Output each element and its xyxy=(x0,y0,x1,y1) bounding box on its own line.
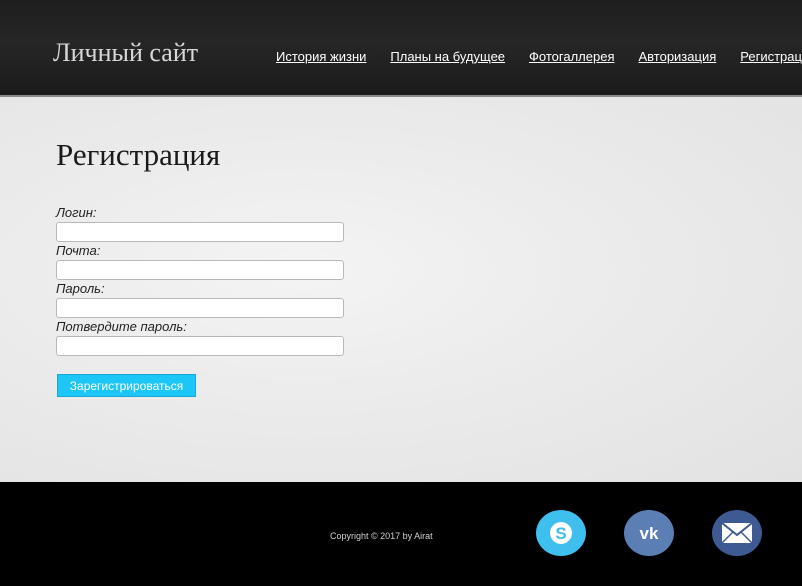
svg-text:S: S xyxy=(555,524,566,543)
main-nav: История жизни Планы на будущее Фотогалле… xyxy=(276,49,802,65)
header: Личный сайт История жизни Планы на будущ… xyxy=(0,0,802,97)
nav-link-life-history[interactable]: История жизни xyxy=(276,49,366,65)
vk-link[interactable]: vk xyxy=(624,510,674,556)
main-content: Регистрация Логин: Почта: Пароль: Потвер… xyxy=(0,97,802,482)
nav-link-future-plans[interactable]: Планы на будущее xyxy=(390,49,505,65)
login-label: Логин: xyxy=(56,205,97,220)
vk-icon: vk xyxy=(634,523,664,543)
footer: Copyright © 2017 by Airat S vk xyxy=(0,482,802,586)
email-input[interactable] xyxy=(56,260,344,280)
password-input[interactable] xyxy=(56,298,344,318)
page: Личный сайт История жизни Планы на будущ… xyxy=(0,0,802,586)
email-label: Почта: xyxy=(56,243,101,258)
skype-link[interactable]: S xyxy=(536,510,586,556)
svg-text:vk: vk xyxy=(640,524,659,543)
login-input[interactable] xyxy=(56,222,344,242)
skype-icon: S xyxy=(548,520,574,546)
copyright-text: Copyright © 2017 by Airat xyxy=(330,531,433,541)
nav-link-login[interactable]: Авторизация xyxy=(638,49,716,65)
mail-icon xyxy=(721,522,753,544)
site-title[interactable]: Личный сайт xyxy=(53,38,198,68)
mail-link[interactable] xyxy=(712,510,762,556)
nav-link-photo-gallery[interactable]: Фотогаллерея xyxy=(529,49,614,65)
password-label: Пароль: xyxy=(56,281,105,296)
register-button[interactable]: Зарегистрироваться xyxy=(57,374,196,397)
nav-link-registration[interactable]: Регистрация xyxy=(740,49,802,65)
confirm-password-input[interactable] xyxy=(56,336,344,356)
confirm-password-label: Потвердите пароль: xyxy=(56,319,187,334)
page-title: Регистрация xyxy=(56,137,221,172)
